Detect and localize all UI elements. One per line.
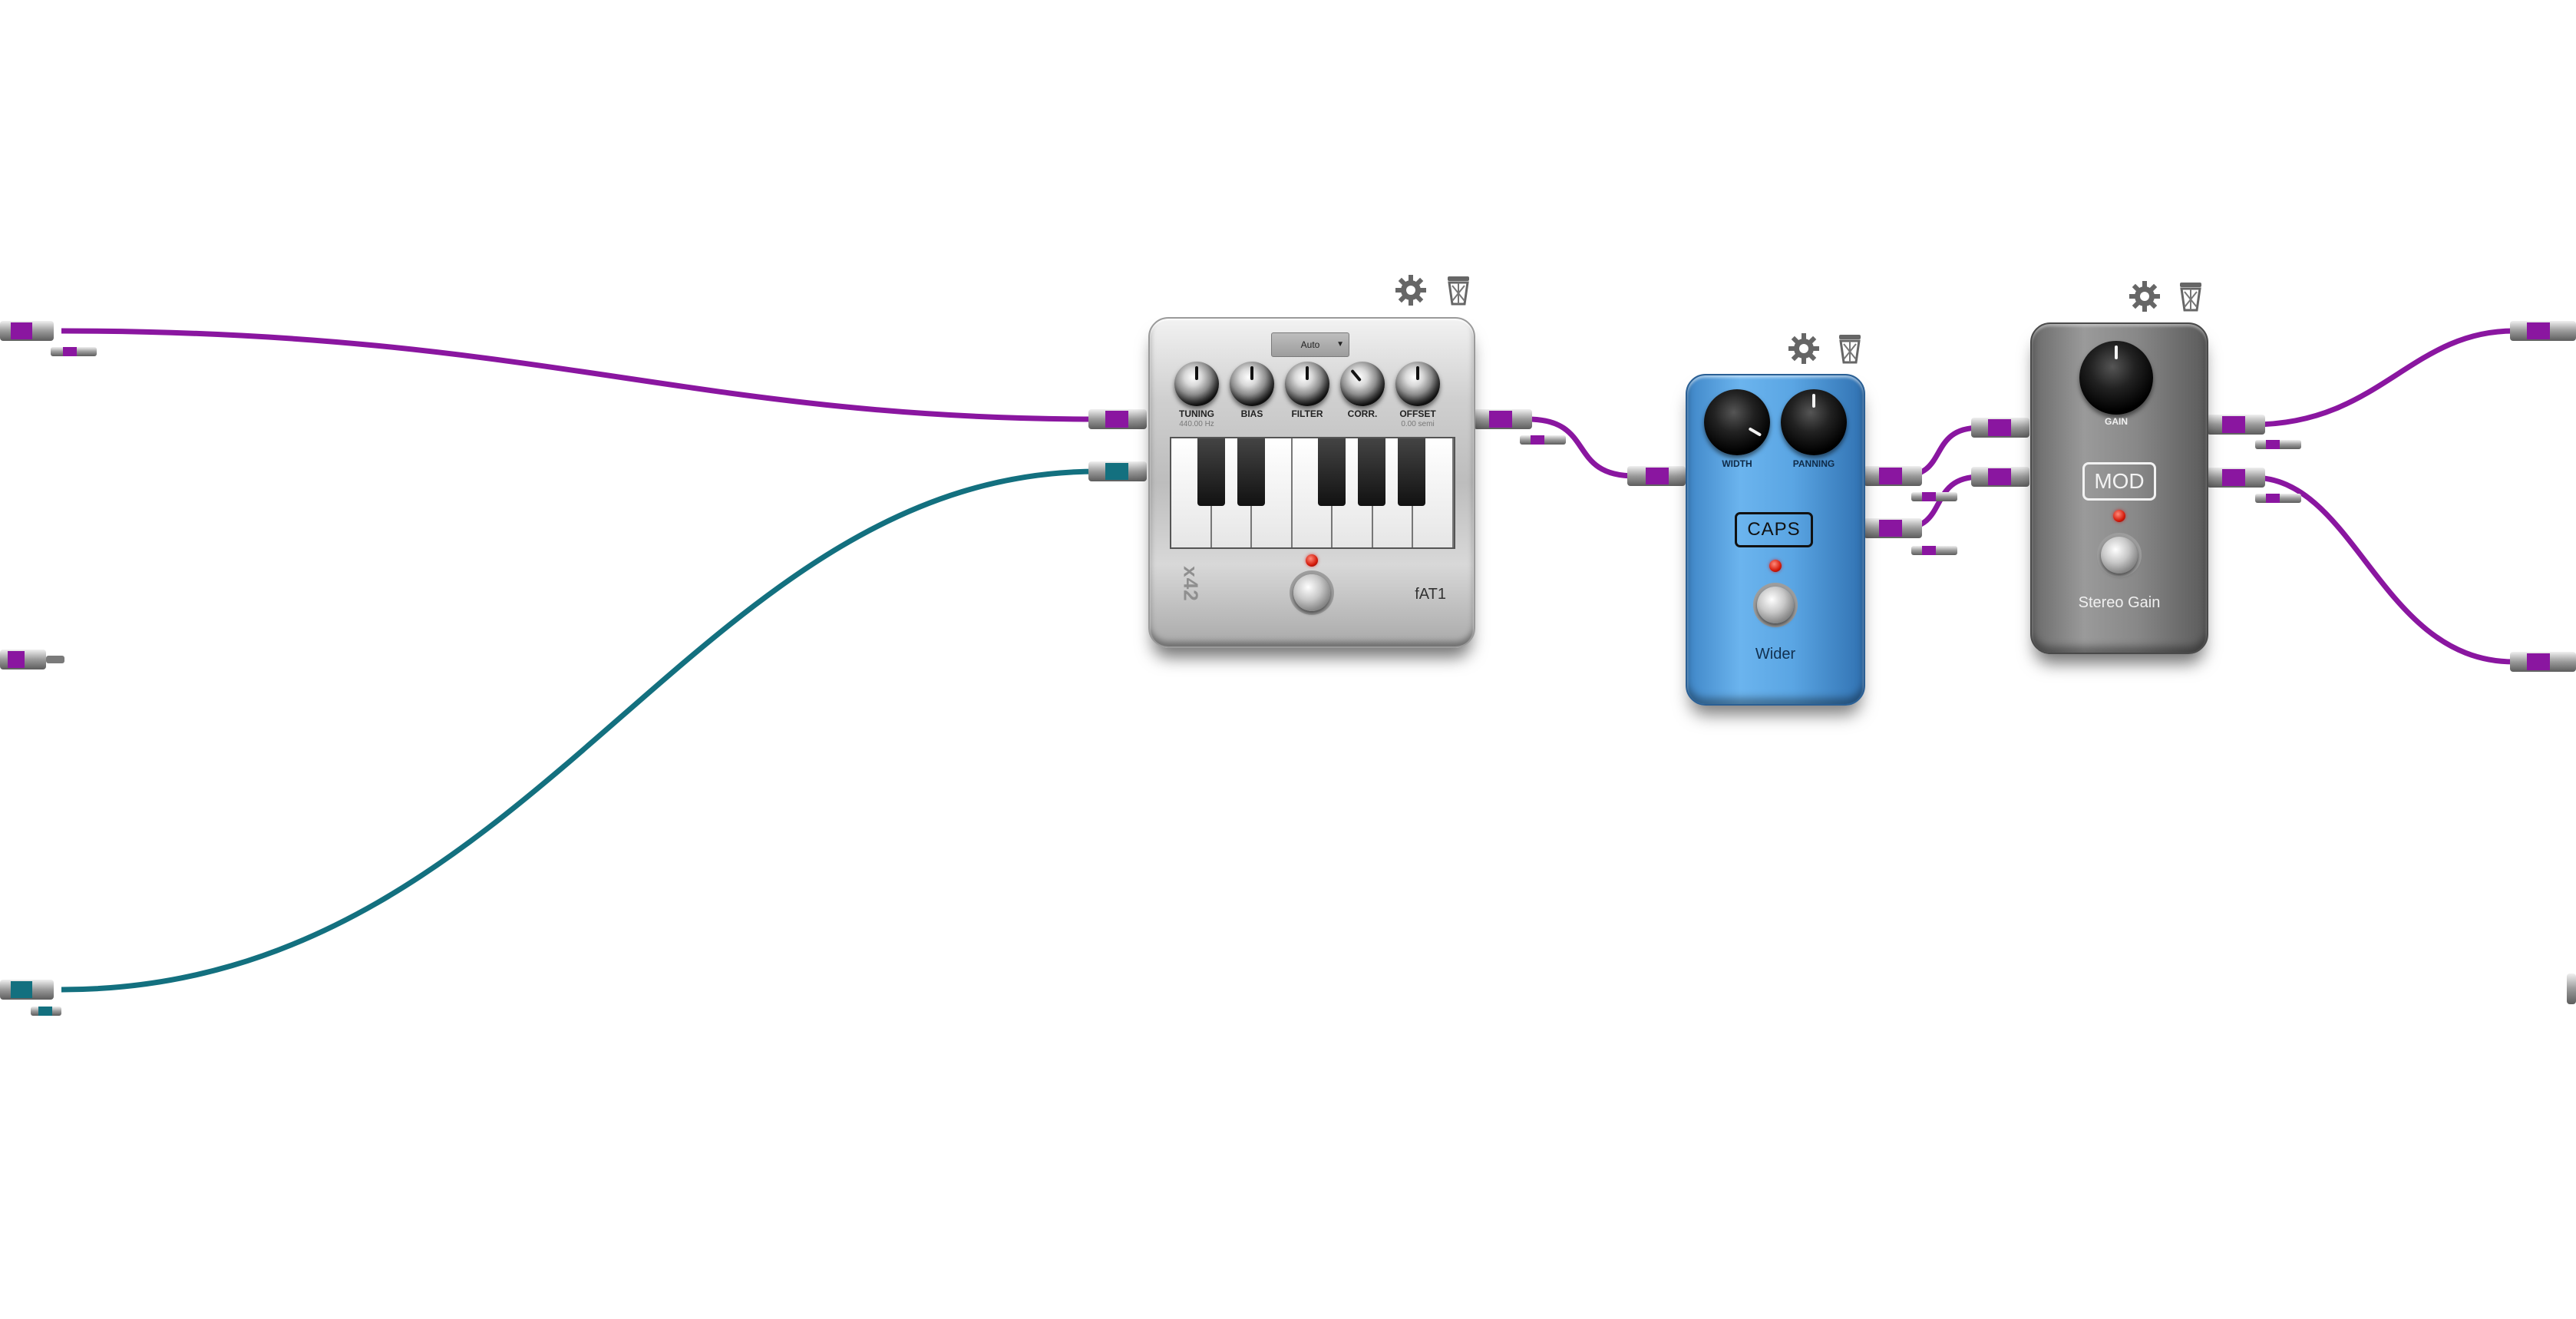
loose-plug[interactable] [31,1007,61,1016]
loose-plug[interactable] [1911,546,1957,555]
loose-plug[interactable] [2255,440,2301,449]
fat1-audio-in-plug[interactable] [1088,409,1147,429]
plugin-name: fAT1 [1415,586,1446,603]
bypass-led [1769,560,1782,572]
fat1-midi-in-plug[interactable] [1088,461,1147,481]
cable-layer [0,321,2576,1016]
audio-cable[interactable] [61,328,1098,422]
capture-1-plug[interactable] [0,321,54,341]
offset-value: 0.00 semi [1401,420,1435,428]
wider-out-l-plug[interactable] [1864,466,1922,486]
dropdown-arrow-icon: ▼ [1336,340,1344,349]
playback-1-plug[interactable] [2510,321,2576,341]
mode-dropdown[interactable]: Auto ▼ [1271,332,1349,357]
bias-label: BIAS [1240,408,1263,419]
black-key[interactable] [1358,438,1385,506]
audio-cable[interactable] [2252,328,2515,428]
midi-capture-plug[interactable] [0,980,54,1000]
plugin-name: Stereo Gain [2078,594,2161,611]
offset-label: OFFSET [1399,408,1436,419]
bypass-footswitch[interactable] [1293,574,1330,611]
keyboard[interactable] [1170,437,1455,549]
wider-in-plug[interactable] [1627,466,1686,486]
wider-trash-icon[interactable] [1831,330,1868,367]
playback-2-plug[interactable] [2510,652,2576,672]
gain-in-l-plug[interactable] [1971,418,2029,438]
plugin-name: Wider [1755,646,1796,663]
brand-label: x42 [1179,566,1203,602]
wider-pedal[interactable]: WIDTH PANNING CAPS Wider [1686,374,1865,706]
tuning-label: TUNING [1179,408,1214,419]
tuning-value: 440.00 Hz [1179,420,1214,428]
audio-cable[interactable] [1527,416,1636,479]
loose-plug[interactable] [1520,435,1566,445]
offset-knob[interactable] [1395,362,1440,406]
mode-dropdown-value: Auto [1300,339,1320,350]
brand-logo: CAPS [1735,512,1813,547]
capture-2-plug[interactable] [0,650,64,669]
gain-in-r-plug[interactable] [1971,467,2029,487]
fat1-trash-icon[interactable] [1440,272,1477,309]
loose-plug[interactable] [51,347,97,356]
stereo-gain-pedal[interactable]: GAIN MOD Stereo Gain [2030,322,2208,654]
fat1-audio-out-plug[interactable] [1474,409,1532,429]
fat1-settings-gear-icon[interactable] [1392,272,1429,309]
audio-cable[interactable] [2252,474,2515,665]
audio-cable[interactable] [1901,474,1981,531]
midi-cable[interactable] [61,468,1098,993]
width-label: WIDTH [1722,458,1752,469]
panning-knob[interactable] [1781,389,1847,455]
wider-settings-gear-icon[interactable] [1785,330,1822,367]
bypass-led [1306,554,1318,567]
pedalboard-canvas[interactable]: Auto ▼ TUNING 440.00 Hz BIAS FILTER CORR… [0,0,2576,1319]
gain-trash-icon[interactable] [2172,278,2209,315]
panning-label: PANNING [1792,458,1835,469]
fat1-pedal[interactable]: Auto ▼ TUNING 440.00 Hz BIAS FILTER CORR… [1148,317,1475,648]
audio-cable[interactable] [1901,425,1981,479]
bias-knob[interactable] [1230,362,1274,406]
bypass-footswitch[interactable] [2101,537,2138,574]
gain-knob[interactable] [2079,341,2153,415]
gain-label: GAIN [2105,416,2128,427]
filter-label: FILTER [1291,408,1323,419]
wider-out-r-plug[interactable] [1864,518,1922,538]
black-key[interactable] [1318,438,1346,506]
black-key[interactable] [1197,438,1225,506]
filter-knob[interactable] [1285,362,1329,406]
width-knob[interactable] [1704,389,1770,455]
black-key[interactable] [1398,438,1425,506]
correction-knob[interactable] [1340,362,1385,406]
loose-plug[interactable] [1911,492,1957,501]
bypass-footswitch[interactable] [1757,587,1794,623]
gain-settings-gear-icon[interactable] [2126,278,2163,315]
black-key[interactable] [1237,438,1265,506]
bypass-led [2113,510,2125,522]
brand-logo: MOD [2082,462,2156,501]
gain-out-r-plug[interactable] [2207,468,2265,488]
correction-label: CORR. [1347,408,1378,419]
gain-out-l-plug[interactable] [2207,415,2265,435]
tuning-knob[interactable] [1174,362,1219,406]
loose-plug[interactable] [2255,494,2301,503]
midi-playback-port[interactable] [2567,974,2576,1004]
